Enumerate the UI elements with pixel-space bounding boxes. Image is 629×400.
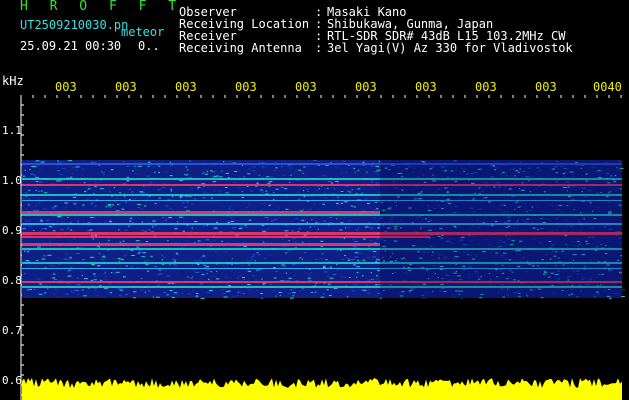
x-tick-label: 003 — [415, 80, 437, 94]
x-tick-label: 0040 — [593, 80, 622, 94]
spectrogram-plot — [20, 95, 625, 400]
y-tick-label: 1.1 — [2, 124, 22, 137]
y-tick-label: 0.7 — [2, 324, 22, 337]
x-tick-label: 003 — [535, 80, 557, 94]
x-tick-label: 003 — [355, 80, 377, 94]
y-tick-label: 1.0 — [2, 174, 22, 187]
noise-level-bar — [22, 378, 622, 400]
x-tick-label: 003 — [115, 80, 137, 94]
signal-line — [22, 243, 380, 246]
x-tick-label: 003 — [475, 80, 497, 94]
y-tick-label: 0.9 — [2, 224, 22, 237]
x-tick-label: 003 — [295, 80, 317, 94]
signal-line — [22, 236, 430, 238]
x-tick-label: 003 — [55, 80, 77, 94]
x-tick-label: 003 — [175, 80, 197, 94]
y-tick-label: 0.6 — [2, 374, 22, 387]
hrofft-spectrogram-window: H R O F F T UT2509210030.pn meteor 25.09… — [0, 0, 629, 400]
signal-fade — [380, 160, 622, 298]
x-tick-label: 003 — [235, 80, 257, 94]
y-axis-unit: kHz — [2, 74, 24, 88]
y-tick-label: 0.8 — [2, 274, 22, 287]
signal-line — [22, 211, 380, 214]
